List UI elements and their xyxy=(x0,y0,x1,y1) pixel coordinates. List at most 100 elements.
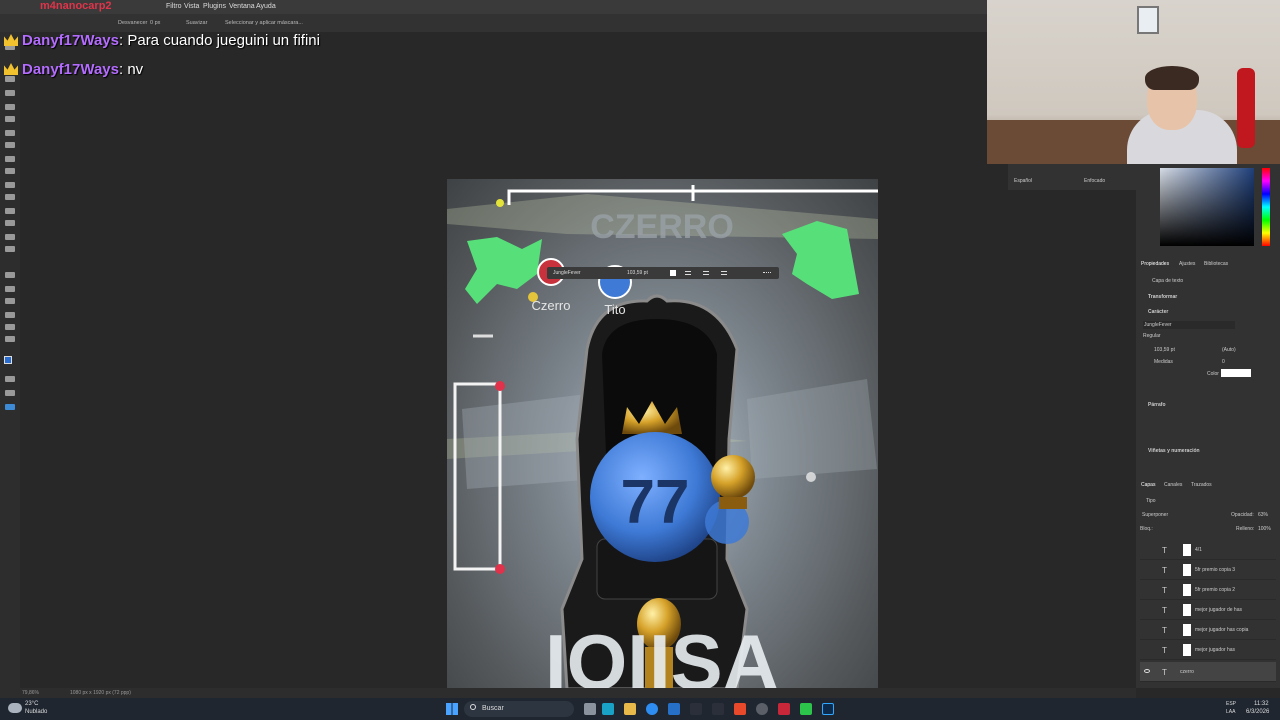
gradient-tool-icon[interactable] xyxy=(5,208,15,214)
eraser-tool-icon[interactable] xyxy=(5,194,15,200)
input-language-2[interactable]: LAA xyxy=(1226,709,1235,715)
weather-icon[interactable] xyxy=(8,703,22,713)
paragraph-section[interactable]: Párrafo xyxy=(1148,402,1166,408)
screen-mode-icon[interactable] xyxy=(5,390,15,396)
ctx-font-size[interactable]: 103,59 pt xyxy=(627,270,648,276)
layer-name[interactable]: 5fr premio copia 3 xyxy=(1195,567,1235,573)
foreground-color-swatch[interactable] xyxy=(4,356,12,364)
menu-window[interactable]: Ventana xyxy=(229,3,255,10)
layer-row[interactable]: Tmejor jugador has xyxy=(1140,640,1276,660)
font-size-field[interactable]: 103,59 pt xyxy=(1154,347,1175,353)
menu-view[interactable]: Vista xyxy=(184,3,199,10)
language-dropdown[interactable]: Español xyxy=(1014,178,1032,184)
text-color-swatch[interactable] xyxy=(1221,369,1251,377)
blur-tool-icon[interactable] xyxy=(5,220,15,226)
menu-filter[interactable]: Filtro xyxy=(166,3,182,10)
weather-desc[interactable]: Nublado xyxy=(25,709,47,715)
type-tool-icon[interactable] xyxy=(5,272,15,278)
zoom-level[interactable]: 79,86% xyxy=(22,690,39,696)
layer-row[interactable]: T 5fr premio copia 3 xyxy=(1140,560,1276,580)
stamp-tool-icon[interactable] xyxy=(5,168,15,174)
path-select-icon[interactable] xyxy=(5,286,15,292)
more-options-icon[interactable] xyxy=(763,272,771,274)
layer-name[interactable]: 5fr premio copia 2 xyxy=(1195,587,1235,593)
layer-name[interactable]: mejor jugador has copia xyxy=(1195,627,1248,633)
start-icon[interactable] xyxy=(446,703,458,715)
menu-help[interactable]: Ayuda xyxy=(256,3,276,10)
layer-row[interactable]: T 4/1 xyxy=(1140,540,1276,560)
layer-kind-filter[interactable]: Tipo xyxy=(1146,498,1156,504)
menu-plugins[interactable]: Plugins xyxy=(203,3,226,10)
character-section[interactable]: Carácter xyxy=(1148,309,1168,315)
history-brush-icon[interactable] xyxy=(5,182,15,188)
edge-icon[interactable] xyxy=(602,703,614,715)
crop-tool-icon[interactable] xyxy=(5,104,15,110)
tracking-field[interactable]: 0 xyxy=(1222,359,1225,365)
font-style-field[interactable]: Regular xyxy=(1143,333,1161,339)
opacity-field[interactable]: 63% xyxy=(1258,512,1268,518)
clock-date[interactable]: 6/3/2026 xyxy=(1246,709,1269,715)
quick-mask-icon[interactable] xyxy=(5,376,15,382)
layer-name[interactable]: mejor jugador has xyxy=(1195,647,1235,653)
app-red-icon[interactable] xyxy=(778,703,790,715)
layer-row[interactable]: Tmejor jugador has copia xyxy=(1140,620,1276,640)
fifa-icon[interactable] xyxy=(690,703,702,715)
shape-tool-icon[interactable] xyxy=(5,298,15,304)
mode-dropdown[interactable]: Enfocado xyxy=(1084,178,1105,184)
eyedropper-tool-icon[interactable] xyxy=(5,130,15,136)
path-anchor[interactable] xyxy=(496,199,504,207)
eye-icon[interactable] xyxy=(1144,669,1150,673)
hue-slider[interactable] xyxy=(1262,168,1270,246)
tab-layers[interactable]: Capas xyxy=(1141,482,1155,488)
transform-section[interactable]: Transformar xyxy=(1148,294,1177,300)
tab-adjustments[interactable]: Ajustes xyxy=(1179,261,1195,267)
zoom-tool-icon[interactable] xyxy=(5,324,15,330)
canvas-top-title[interactable]: CZERRO xyxy=(590,208,734,246)
more-tools-icon[interactable] xyxy=(5,336,15,342)
marquee-tool-icon[interactable] xyxy=(5,76,15,82)
layer-row-selected[interactable]: Tczerro xyxy=(1140,662,1276,682)
color-picker-field[interactable] xyxy=(1160,168,1254,246)
store-icon[interactable] xyxy=(668,703,680,715)
taskbar-search[interactable]: Buscar xyxy=(464,701,574,717)
bullets-section[interactable]: Viñetas y numeración xyxy=(1148,448,1200,454)
frame-tool-icon[interactable] xyxy=(5,116,15,122)
align-right-icon[interactable] xyxy=(721,271,727,275)
document-canvas[interactable]: 77 CZERRO Czerro Tito IOIISA JungleFever… xyxy=(447,179,878,689)
photoshop-icon[interactable] xyxy=(822,703,834,715)
ctx-color-swatch[interactable] xyxy=(670,270,676,276)
blend-mode-dropdown[interactable]: Superponer xyxy=(1142,512,1168,518)
path-anchor[interactable] xyxy=(495,381,505,391)
brush-tool-icon[interactable] xyxy=(5,156,15,162)
amd-icon[interactable] xyxy=(712,703,724,715)
chrome-icon[interactable] xyxy=(646,703,658,715)
brave-icon[interactable] xyxy=(734,703,746,715)
layer-name[interactable]: 4/1 xyxy=(1195,547,1202,553)
canvas-bottom-text[interactable]: IOIISA xyxy=(545,618,779,689)
hand-tool-icon[interactable] xyxy=(5,312,15,318)
tab-properties[interactable]: Propiedades xyxy=(1141,261,1169,267)
align-left-icon[interactable] xyxy=(685,271,691,275)
edit-toolbar-icon[interactable] xyxy=(5,404,15,410)
app-green-icon[interactable] xyxy=(800,703,812,715)
path-anchor[interactable] xyxy=(495,564,505,574)
tab-paths[interactable]: Trazados xyxy=(1191,482,1212,488)
layer-name[interactable]: czerro xyxy=(1180,669,1194,675)
lasso-tool-icon[interactable] xyxy=(5,90,15,96)
task-view-icon[interactable] xyxy=(584,703,596,715)
align-center-icon[interactable] xyxy=(703,271,709,275)
healing-tool-icon[interactable] xyxy=(5,142,15,148)
input-language-1[interactable]: ESP xyxy=(1226,701,1236,707)
clock-time[interactable]: 11:32 xyxy=(1254,701,1269,707)
tab-channels[interactable]: Canales xyxy=(1164,482,1182,488)
layer-row[interactable]: T 5fr premio copia 2 xyxy=(1140,580,1276,600)
dodge-tool-icon[interactable] xyxy=(5,234,15,240)
ctx-font-name[interactable]: JungleFever xyxy=(553,270,581,276)
layer-name[interactable]: mejor jugador de has xyxy=(1195,607,1242,613)
leading-field[interactable]: (Auto) xyxy=(1222,347,1236,353)
tab-libraries[interactable]: Bibliotecas xyxy=(1204,261,1228,267)
font-family-field[interactable]: JungleFever xyxy=(1143,321,1235,329)
layer-row[interactable]: Tmejor jugador de has xyxy=(1140,600,1276,620)
weather-temp[interactable]: 23°C xyxy=(25,701,38,707)
pen-tool-icon[interactable] xyxy=(5,246,15,252)
